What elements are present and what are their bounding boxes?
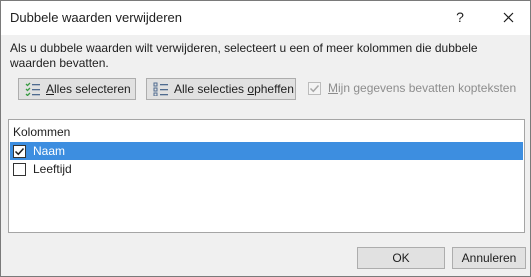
leeftijd-checkbox[interactable]	[13, 162, 26, 176]
close-icon	[503, 12, 513, 22]
cancel-button[interactable]: Annuleren	[452, 247, 526, 269]
headers-accesskey: M	[328, 81, 338, 95]
select-all-label-rest: lles selecteren	[54, 82, 131, 96]
clear-selection-button[interactable]: Alle selecties opheffen	[146, 78, 296, 100]
title-bar: Dubbele waarden verwijderen ?	[1, 1, 530, 35]
clear-selection-label: Alle selecties opheffen	[174, 82, 294, 96]
list-item-leeftijd[interactable]: Leeftijd	[10, 160, 523, 178]
dialog-title: Dubbele waarden verwijderen	[10, 10, 182, 25]
select-all-button[interactable]: Alles selecteren	[18, 78, 136, 100]
close-button[interactable]	[497, 6, 519, 28]
headers-checkbox-box[interactable]	[308, 81, 321, 95]
naam-checkbox[interactable]	[13, 144, 26, 158]
select-all-icon	[25, 82, 40, 96]
select-all-accesskey: A	[46, 82, 55, 96]
columns-header: Kolommen	[13, 125, 71, 139]
select-all-label: Alles selecteren	[46, 82, 131, 96]
clear-label-c: pheffen	[254, 82, 294, 96]
clear-label-a: Alle selecties	[174, 82, 248, 96]
clear-selection-icon	[153, 82, 168, 96]
headers-checkbox-label: Mijn gegevens bevatten kopteksten	[328, 81, 516, 95]
ok-button[interactable]: OK	[357, 247, 445, 269]
help-button[interactable]: ?	[449, 6, 471, 28]
headers-label-rest: ijn gegevens bevatten kopteksten	[338, 81, 517, 95]
checkmark-icon	[309, 84, 320, 92]
columns-listbox[interactable]: Kolommen Naam Leeftijd	[8, 119, 525, 233]
checkmark-icon	[14, 147, 25, 155]
my-data-has-headers-checkbox[interactable]: Mijn gegevens bevatten kopteksten	[308, 81, 516, 95]
leeftijd-label: Leeftijd	[33, 162, 72, 176]
remove-duplicates-dialog: Dubbele waarden verwijderen ? Als u dubb…	[0, 0, 531, 277]
naam-label: Naam	[33, 144, 66, 158]
list-item-naam[interactable]: Naam	[10, 142, 523, 160]
dialog-description: Als u dubbele waarden wilt verwijderen, …	[10, 41, 478, 70]
